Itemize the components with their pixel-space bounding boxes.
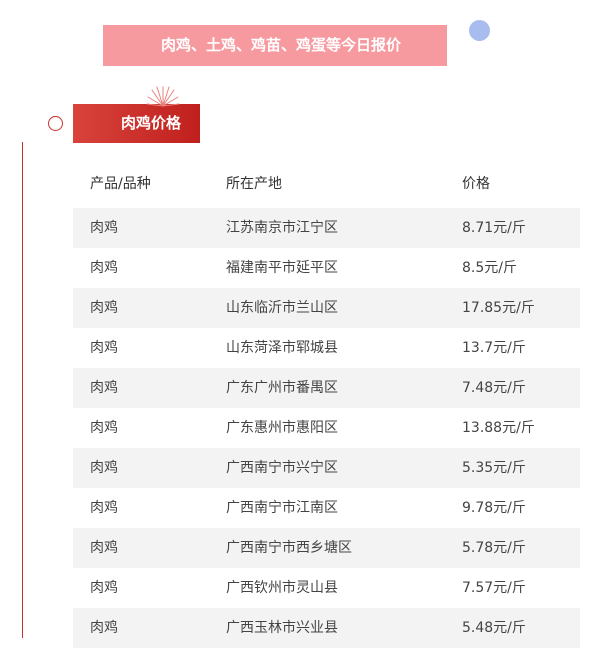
column-header-origin: 所在产地 [226,176,282,192]
price-cell: 5.78元/斤 [462,540,526,556]
origin-cell: 广西钦州市灵山县 [226,580,338,596]
product-cell: 肉鸡 [90,460,118,476]
origin-cell: 广东广州市番禺区 [226,380,338,396]
price-cell: 5.35元/斤 [462,460,526,476]
table-row: 肉鸡 广西南宁市兴宁区 5.35元/斤 [73,448,580,488]
product-cell: 肉鸡 [90,420,118,436]
origin-cell: 山东临沂市兰山区 [226,300,338,316]
circle-dot-icon [469,20,490,41]
firework-sparkle-icon [146,86,180,107]
origin-cell: 广西南宁市西乡塘区 [226,540,352,556]
table-body: 肉鸡 江苏南京市江宁区 8.71元/斤 肉鸡 福建南平市延平区 8.5元/斤 肉鸡 山东临沂市… [73,208,580,648]
table-row: 肉鸡 广西南宁市江南区 9.78元/斤 [73,488,580,528]
origin-cell: 山东菏泽市郓城县 [226,340,338,356]
price-cell: 7.57元/斤 [462,580,526,596]
table-row: 肉鸡 江苏南京市江宁区 8.71元/斤 [73,208,580,248]
origin-cell: 广西玉林市兴业县 [226,620,338,636]
table-row: 肉鸡 广东广州市番禺区 7.48元/斤 [73,368,580,408]
table-row: 肉鸡 广东惠州市惠阳区 13.88元/斤 [73,408,580,448]
product-cell: 肉鸡 [90,500,118,516]
table-row: 肉鸡 广西钦州市灵山县 7.57元/斤 [73,568,580,608]
origin-cell: 广西南宁市兴宁区 [226,460,338,476]
price-cell: 17.85元/斤 [462,300,535,316]
price-cell: 13.88元/斤 [462,420,535,436]
timeline-line [22,142,23,638]
product-cell: 肉鸡 [90,220,118,236]
column-header-product: 产品/品种 [90,176,151,192]
circle-outline-icon [48,116,63,131]
table-row: 肉鸡 广西玉林市兴业县 5.48元/斤 [73,608,580,648]
section-title-tag: 肉鸡价格 [73,104,200,143]
origin-cell: 广东惠州市惠阳区 [226,420,338,436]
price-cell: 7.48元/斤 [462,380,526,396]
price-cell: 8.5元/斤 [462,260,517,276]
price-cell: 13.7元/斤 [462,340,526,356]
column-header-price: 价格 [462,176,490,192]
product-cell: 肉鸡 [90,300,118,316]
product-cell: 肉鸡 [90,260,118,276]
origin-cell: 福建南平市延平区 [226,260,338,276]
section-title: 肉鸡价格 [121,114,182,132]
table-header-row: 产品/品种 所在产地 价格 [73,164,580,208]
page-banner: 肉鸡、土鸡、鸡苗、鸡蛋等今日报价 [103,25,447,66]
origin-cell: 江苏南京市江宁区 [226,220,338,236]
table-row: 肉鸡 山东菏泽市郓城县 13.7元/斤 [73,328,580,368]
price-table: 产品/品种 所在产地 价格 肉鸡 江苏南京市江宁区 8.71元/斤 肉鸡 福建南平市延平… [73,164,580,648]
price-cell: 5.48元/斤 [462,620,526,636]
product-cell: 肉鸡 [90,540,118,556]
table-row: 肉鸡 广西南宁市西乡塘区 5.78元/斤 [73,528,580,568]
table-row: 肉鸡 山东临沂市兰山区 17.85元/斤 [73,288,580,328]
product-cell: 肉鸡 [90,580,118,596]
price-cell: 9.78元/斤 [462,500,526,516]
origin-cell: 广西南宁市江南区 [226,500,338,516]
product-cell: 肉鸡 [90,620,118,636]
banner-title: 肉鸡、土鸡、鸡苗、鸡蛋等今日报价 [161,36,402,54]
table-row: 肉鸡 福建南平市延平区 8.5元/斤 [73,248,580,288]
price-cell: 8.71元/斤 [462,220,526,236]
product-cell: 肉鸡 [90,340,118,356]
product-cell: 肉鸡 [90,380,118,396]
